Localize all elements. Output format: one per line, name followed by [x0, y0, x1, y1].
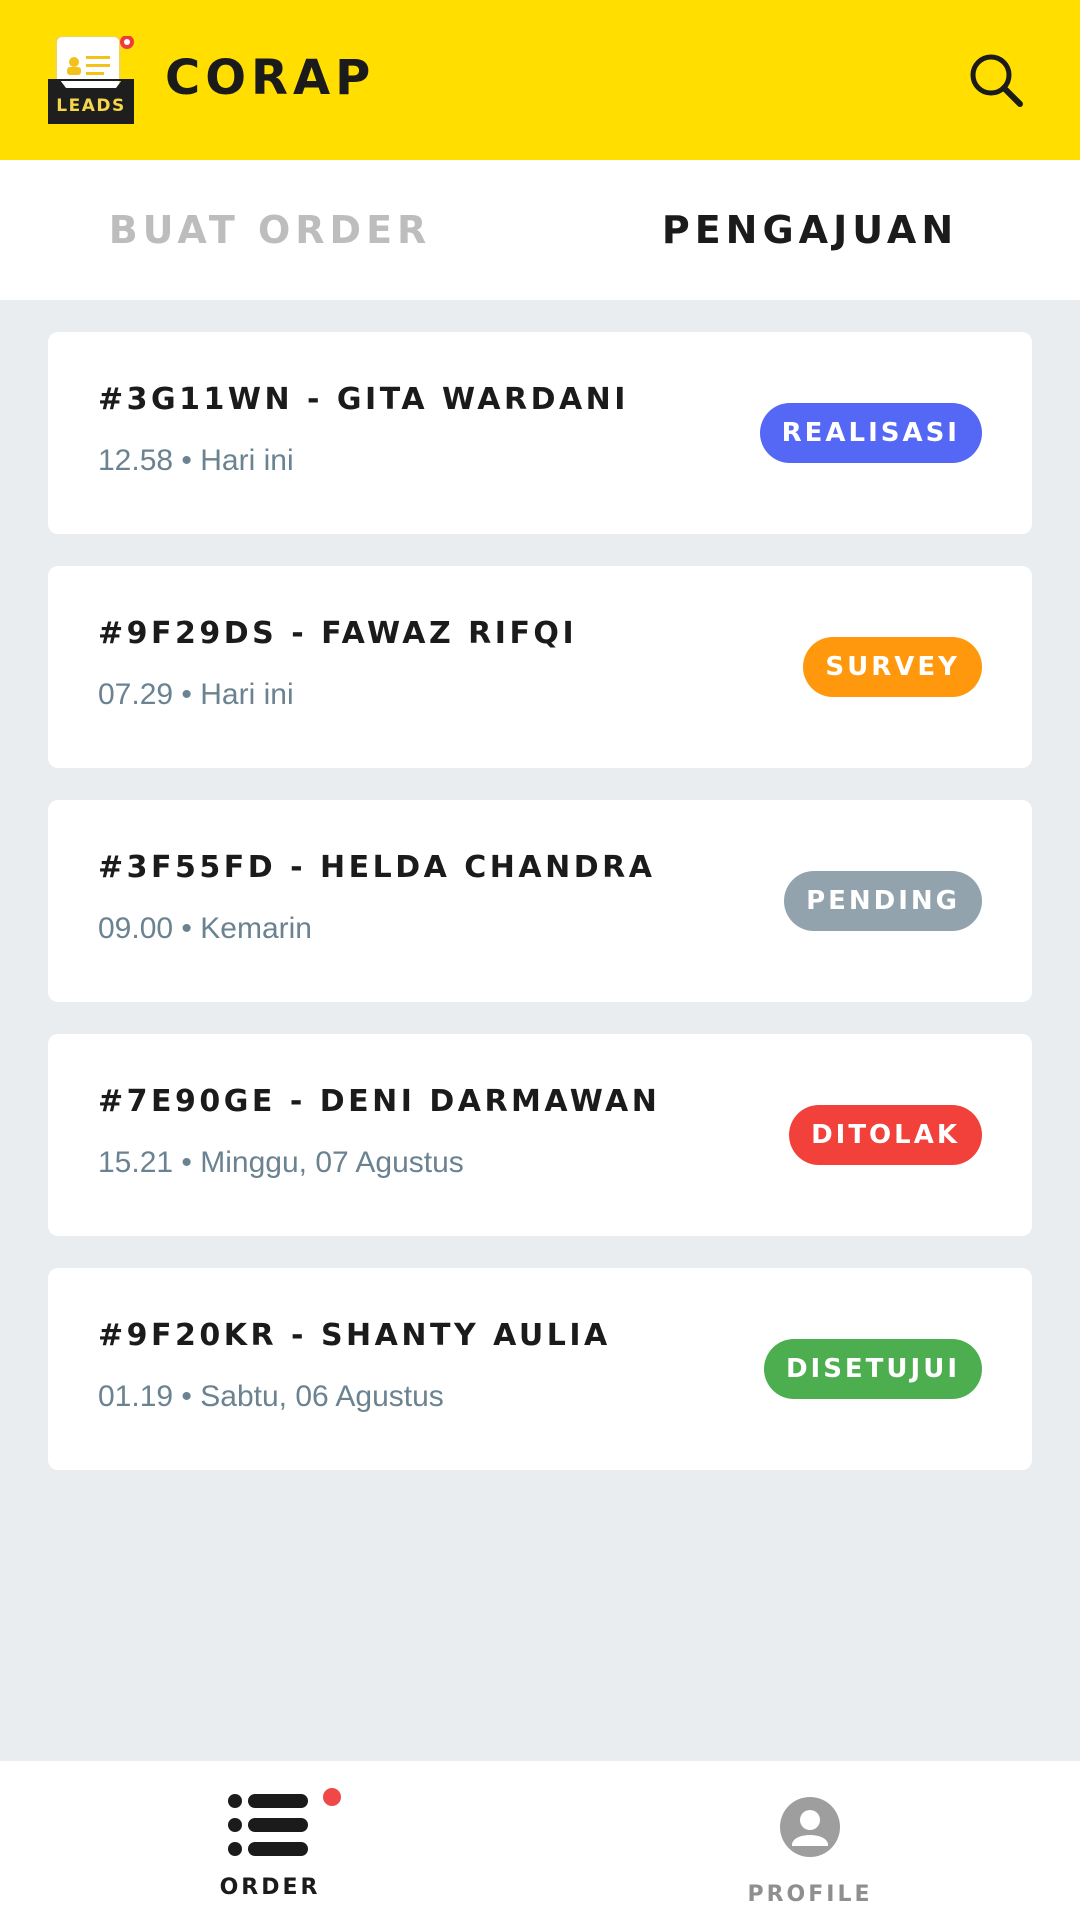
- order-time: 15.21: [98, 1146, 174, 1179]
- profile-icon: [780, 1797, 840, 1857]
- order-title: #9F20KR - SHANTY AULIA: [98, 1318, 611, 1353]
- logo-text: LEADS: [56, 96, 126, 116]
- order-title: #3F55FD - HELDA CHANDRA: [98, 850, 656, 885]
- order-title: #3G11WN - GITA WARDANI: [98, 382, 629, 417]
- order-meta: 12.58 • Hari ini: [98, 444, 294, 477]
- app-header: LEADS CORAP: [0, 0, 1080, 160]
- nav-order-label: ORDER: [219, 1875, 321, 1900]
- order-card[interactable]: #9F29DS - FAWAZ RIFQI 07.29 • Hari ini S…: [48, 566, 1032, 768]
- order-meta: 07.29 • Hari ini: [98, 678, 294, 711]
- nav-order[interactable]: ORDER: [0, 1761, 540, 1921]
- notification-dot: [323, 1788, 341, 1806]
- order-card[interactable]: #7E90GE - DENI DARMAWAN 15.21 • Minggu, …: [48, 1034, 1032, 1236]
- status-badge: DISETUJUI: [763, 1339, 982, 1399]
- nav-profile-label: PROFILE: [747, 1882, 873, 1907]
- order-time: 07.29: [98, 678, 174, 711]
- search-button[interactable]: [966, 50, 1026, 110]
- status-badge: PENDING: [784, 871, 982, 931]
- order-title: #7E90GE - DENI DARMAWAN: [98, 1084, 661, 1119]
- order-card[interactable]: #3F55FD - HELDA CHANDRA 09.00 • Kemarin …: [48, 800, 1032, 1002]
- app-screen: LEADS CORAP BUAT ORDER PENGAJUAN #3G11WN…: [0, 0, 1080, 1921]
- order-day: Kemarin: [200, 912, 312, 945]
- order-meta: 09.00 • Kemarin: [98, 912, 312, 945]
- order-day: Hari ini: [200, 678, 294, 711]
- status-badge: SURVEY: [803, 637, 982, 697]
- tab-pengajuan[interactable]: PENGAJUAN: [540, 160, 1080, 300]
- status-badge: DITOLAK: [789, 1105, 982, 1165]
- list-icon: [228, 1794, 308, 1856]
- tab-bar: BUAT ORDER PENGAJUAN: [0, 160, 1080, 300]
- order-day: Minggu, 07 Agustus: [200, 1146, 464, 1179]
- leads-logo-icon: LEADS: [48, 35, 134, 124]
- order-card[interactable]: #9F20KR - SHANTY AULIA 01.19 • Sabtu, 06…: [48, 1268, 1032, 1470]
- nav-profile[interactable]: PROFILE: [540, 1761, 1080, 1921]
- search-icon: [970, 54, 1023, 107]
- order-meta: 15.21 • Minggu, 07 Agustus: [98, 1146, 464, 1179]
- order-time: 12.58: [98, 444, 174, 477]
- order-day: Sabtu, 06 Agustus: [200, 1380, 444, 1413]
- order-time: 09.00: [98, 912, 174, 945]
- status-badge: REALISASI: [759, 403, 982, 463]
- order-time: 01.19: [98, 1380, 174, 1413]
- tab-buat-order[interactable]: BUAT ORDER: [0, 160, 540, 300]
- app-title: CORAP: [165, 50, 376, 106]
- order-meta: 01.19 • Sabtu, 06 Agustus: [98, 1380, 444, 1413]
- bottom-navigation: ORDER PROFILE: [0, 1761, 1080, 1921]
- order-title: #9F29DS - FAWAZ RIFQI: [98, 616, 578, 651]
- order-list: #3G11WN - GITA WARDANI 12.58 • Hari ini …: [48, 332, 1032, 1502]
- order-day: Hari ini: [200, 444, 294, 477]
- order-card[interactable]: #3G11WN - GITA WARDANI 12.58 • Hari ini …: [48, 332, 1032, 534]
